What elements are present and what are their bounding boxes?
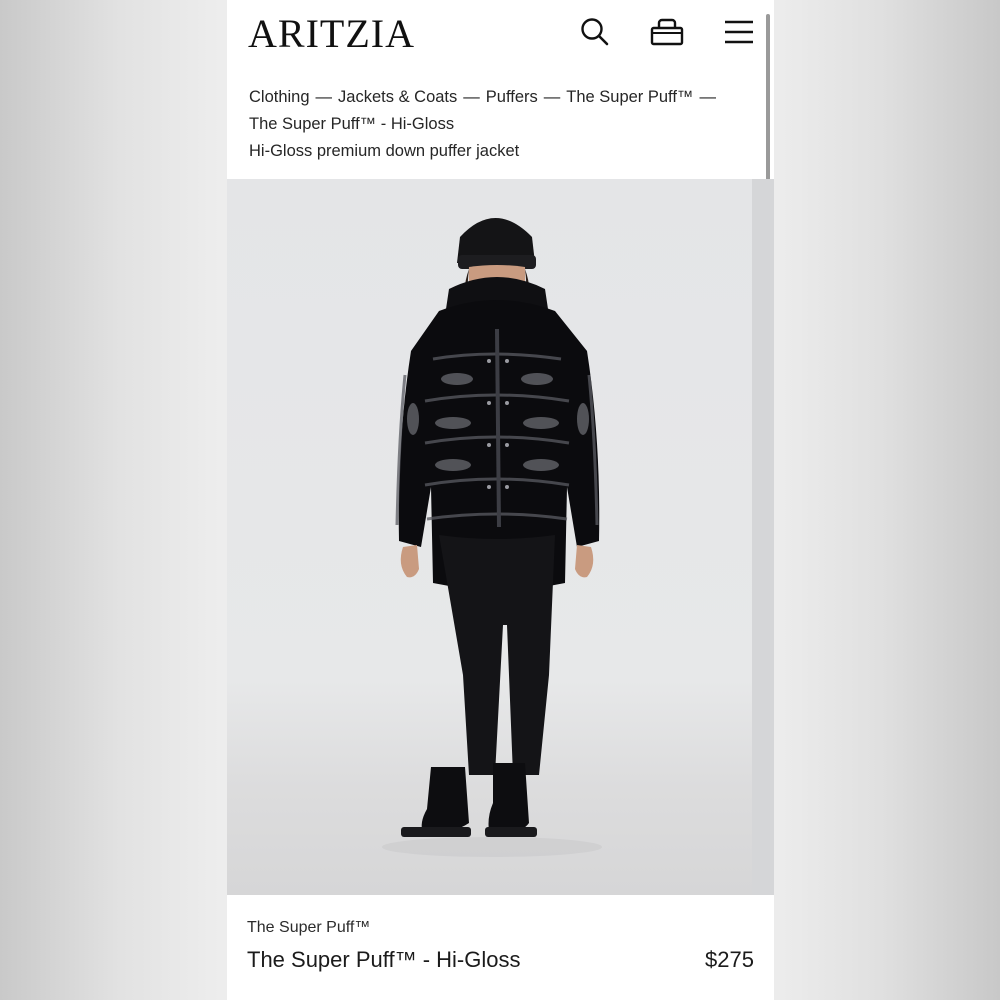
breadcrumb-the-super-puff[interactable]: The Super Puff™	[566, 88, 693, 106]
product-subtitle: Hi-Gloss premium down puffer jacket	[249, 142, 520, 160]
product-price: $275	[705, 947, 754, 972]
product-brand[interactable]: The Super Puff™	[247, 919, 370, 937]
product-info: The Super Puff™ The Super Puff™ - Hi-Glo…	[227, 895, 774, 1000]
product-name[interactable]: The Super Puff™ - Hi-Gloss	[247, 947, 520, 973]
breadcrumb: Clothing — Jackets & Coats — Puffers — The Sup…	[249, 84, 749, 138]
aritzia-logo[interactable]: ARITZIA	[248, 12, 415, 56]
shopping-bag-button[interactable]	[649, 14, 685, 50]
breadcrumb-jackets-coats[interactable]: Jackets & Coats	[338, 88, 457, 106]
breadcrumb-separator: —	[463, 88, 480, 106]
breadcrumb-separator: —	[543, 88, 561, 106]
breadcrumb-clothing[interactable]: Clothing	[249, 88, 310, 106]
mobile-viewport: ARITZIA Clothing — Jackets & Coats — Puf…	[227, 0, 774, 1000]
site-header: ARITZIA	[227, 0, 774, 70]
menu-icon	[721, 14, 757, 50]
breadcrumb-current-product[interactable]: The Super Puff™ - Hi-Gloss	[249, 115, 454, 133]
model-photo-illustration	[382, 218, 602, 857]
search-icon	[577, 14, 613, 50]
breadcrumb-puffers[interactable]: Puffers	[486, 88, 538, 106]
shopping-bag-icon	[649, 14, 685, 50]
menu-button[interactable]	[721, 14, 757, 50]
breadcrumb-separator: —	[315, 88, 333, 106]
scrollbar[interactable]	[766, 14, 770, 192]
product-image[interactable]	[227, 179, 774, 895]
search-button[interactable]	[577, 14, 613, 50]
breadcrumb-separator: —	[699, 88, 716, 106]
